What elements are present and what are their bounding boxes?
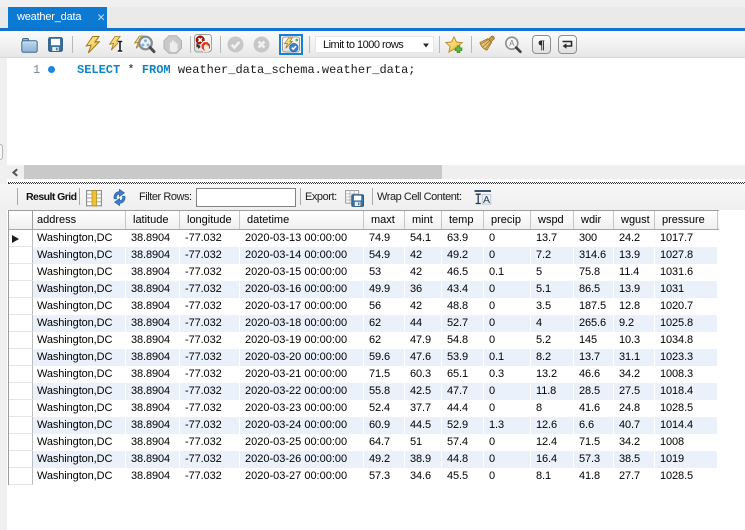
svg-text:A: A [483, 194, 490, 205]
svg-text:A: A [509, 39, 515, 48]
svg-text:¶: ¶ [538, 37, 545, 52]
